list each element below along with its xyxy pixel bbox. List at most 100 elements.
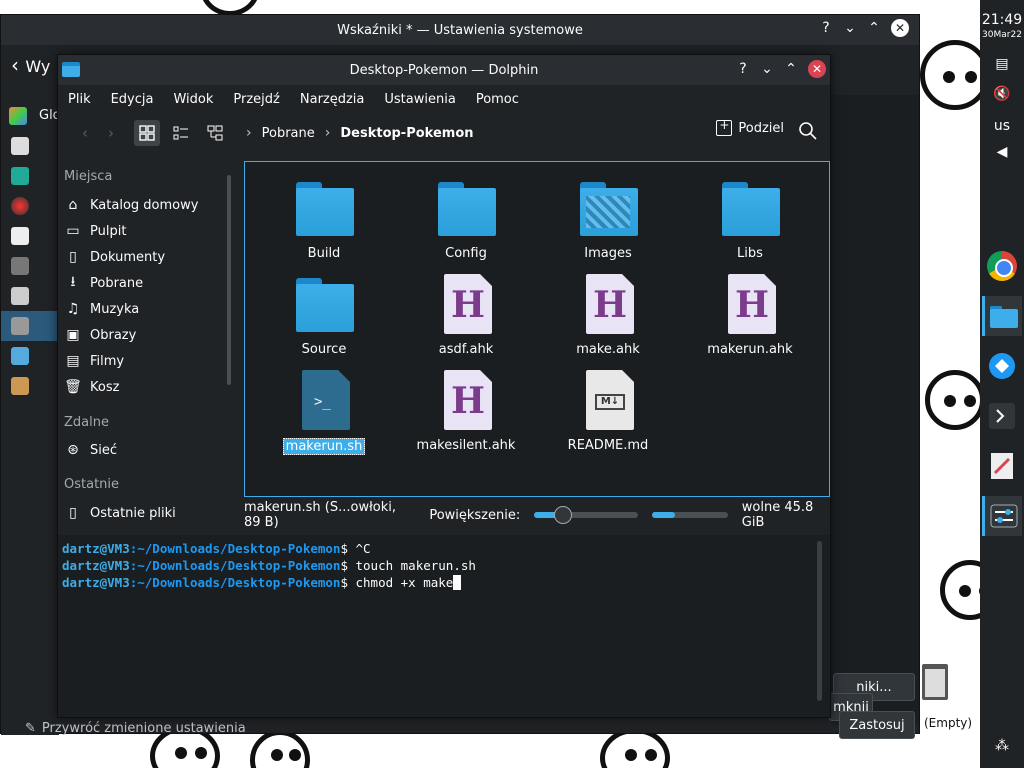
trash-desktop-icon[interactable] [922, 664, 948, 700]
terminal-app-icon[interactable] [982, 396, 1022, 436]
dolphin-window[interactable]: Desktop-Pokemon — Dolphin ? ⌄ ⌃ ✕ Plik E… [57, 54, 831, 718]
image-folder-icon [578, 178, 638, 240]
discover-app-icon[interactable] [982, 346, 1022, 386]
zoom-slider[interactable] [534, 506, 639, 524]
places-scrollbar[interactable] [227, 175, 231, 385]
music-icon: ♫ [66, 301, 80, 317]
sidebar-item-global[interactable]: Glo [1, 101, 61, 131]
status-bar: makerun.sh (S...owłoki, 89 B) Powiększen… [244, 500, 830, 530]
sidebar-item-cursors[interactable] [1, 311, 59, 341]
breadcrumb-item[interactable]: Pobrane [262, 126, 315, 141]
keyboard-layout[interactable]: us [980, 118, 1024, 134]
place-pictures[interactable]: ▣ Obrazy [64, 323, 224, 347]
sidebar-item[interactable] [1, 281, 59, 311]
volume-muted-icon[interactable]: 🔇 [980, 86, 1024, 102]
place-trash[interactable]: 🗑 Kosz [64, 375, 224, 399]
breadcrumb-current[interactable]: Desktop-Pokemon [340, 126, 473, 141]
ahk-file-icon: H [720, 274, 780, 336]
menu-widok[interactable]: Widok [173, 92, 213, 107]
desktop-icon: ▭ [66, 223, 80, 239]
sidebar-item[interactable] [1, 161, 59, 191]
sidebar-item[interactable] [1, 251, 59, 281]
terminal-panel[interactable]: dartz@VM3:~/Downloads/Desktop-Pokemon$ ^… [58, 535, 830, 717]
sidebar-item[interactable] [1, 371, 59, 401]
text-editor-app-icon[interactable] [982, 446, 1022, 486]
close-icon[interactable]: ✕ [891, 19, 909, 37]
icons-view-icon[interactable] [134, 120, 160, 146]
back-button[interactable]: ‹ Wy [11, 53, 50, 77]
minimize-icon[interactable]: ⌄ [843, 19, 857, 37]
ahk-file-icon: H [578, 274, 638, 336]
forward-icon[interactable]: › [98, 120, 124, 146]
reset-button[interactable]: ✎ Przywróć zmienione ustawienia [25, 721, 246, 736]
prompt-user: dartz@VM3 [62, 558, 130, 573]
place-music[interactable]: ♫ Muzyka [64, 297, 224, 321]
apply-button[interactable]: Zastosuj [839, 711, 915, 739]
dolphin-titlebar[interactable]: Desktop-Pokemon — Dolphin ? ⌄ ⌃ ✕ [58, 55, 830, 85]
menu-przejdz[interactable]: Przejdź [233, 92, 279, 107]
chrome-app-icon[interactable] [982, 246, 1022, 286]
place-home[interactable]: ⌂ Katalog domowy [64, 193, 224, 217]
menu-pomoc[interactable]: Pomoc [476, 92, 519, 107]
trash-icon: 🗑 [64, 379, 82, 395]
search-icon[interactable] [798, 121, 820, 143]
terminal-line: dartz@VM3:~/Downloads/Desktop-Pokemon$ ^… [62, 541, 826, 558]
dolphin-task-icon[interactable] [982, 296, 1022, 336]
tray-expand-icon[interactable]: ◀ [980, 144, 1024, 160]
maximize-icon[interactable]: ⌃ [784, 60, 798, 78]
file-item-makerun-sh[interactable]: >_ makerun.sh [264, 370, 384, 455]
file-item-readme-md[interactable]: M↓ README.md [548, 370, 668, 453]
reset-icon: ✎ [25, 721, 36, 736]
back-icon[interactable]: ‹ [72, 120, 98, 146]
file-item-makesilent-ahk[interactable]: H makesilent.ahk [406, 370, 526, 453]
help-icon[interactable]: ? [736, 60, 750, 78]
sidebar-item[interactable] [1, 341, 59, 371]
file-view[interactable]: Build Config Images Libs Source H asdf.a… [244, 161, 830, 497]
minimize-icon[interactable]: ⌄ [760, 60, 774, 78]
place-downloads[interactable]: ⭳ Pobrane [64, 271, 224, 295]
terminal-input[interactable]: $ chmod +x make [340, 575, 453, 590]
slider-handle[interactable] [554, 506, 573, 524]
place-label: Muzyka [90, 301, 140, 317]
tree-view-icon[interactable] [202, 120, 228, 146]
sidebar-item[interactable] [1, 131, 59, 161]
clipboard-icon[interactable]: ▤ [980, 56, 1024, 72]
close-icon[interactable]: ✕ [808, 60, 826, 78]
file-item-makerun-ahk[interactable]: H makerun.ahk [690, 274, 810, 357]
recent-header: Ostatnie [64, 477, 120, 492]
sidebar-item[interactable] [1, 221, 59, 251]
sidebar-item[interactable] [1, 191, 59, 221]
menu-plik[interactable]: Plik [68, 92, 91, 107]
place-documents[interactable]: ▯ Dokumenty [64, 245, 224, 269]
place-network[interactable]: ⊛ Sieć [64, 438, 224, 462]
file-item-build[interactable]: Build [264, 178, 384, 261]
file-item-make-ahk[interactable]: H make.ahk [548, 274, 668, 357]
file-item-images[interactable]: Images [548, 178, 668, 261]
split-button[interactable]: Podziel [716, 118, 784, 136]
clock-time[interactable]: 21:49 [980, 12, 1024, 28]
clock-date[interactable]: 30Mar22 [980, 30, 1024, 40]
system-settings-app-icon[interactable] [982, 496, 1022, 536]
download-icon: ⭳ [70, 274, 76, 290]
file-name: Source [301, 342, 347, 357]
file-item-source[interactable]: Source [264, 274, 384, 357]
menu-edycja[interactable]: Edycja [111, 92, 154, 107]
panel-settings-icon[interactable]: ⁂ [980, 738, 1024, 754]
places-panel: Miejsca ⌂ Katalog domowy ▭ Pulpit ▯ Dokumen… [58, 155, 234, 525]
menu-narzedzia[interactable]: Narzędzia [300, 92, 365, 107]
maximize-icon[interactable]: ⌃ [867, 19, 881, 37]
details-view-icon[interactable] [168, 120, 194, 146]
menu-ustawienia[interactable]: Ustawienia [384, 92, 455, 107]
place-recent-files[interactable]: ▯ Ostatnie pliki [64, 501, 224, 525]
terminal-scrollbar[interactable] [817, 541, 822, 701]
file-item-config[interactable]: Config [406, 178, 526, 261]
file-name: Images [584, 246, 632, 261]
help-icon[interactable]: ? [819, 19, 833, 37]
settings-titlebar[interactable]: Wskaźniki * — Ustawienia systemowe ? ⌄ ⌃… [1, 15, 919, 45]
place-videos[interactable]: ▤ Filmy [64, 349, 224, 373]
file-item-asdf-ahk[interactable]: H asdf.ahk [406, 274, 526, 357]
place-desktop[interactable]: ▭ Pulpit [64, 219, 224, 243]
network-icon: ⊛ [67, 442, 79, 458]
file-item-libs[interactable]: Libs [690, 178, 810, 261]
terminal-line[interactable]: dartz@VM3:~/Downloads/Desktop-Pokemon$ c… [62, 575, 826, 592]
